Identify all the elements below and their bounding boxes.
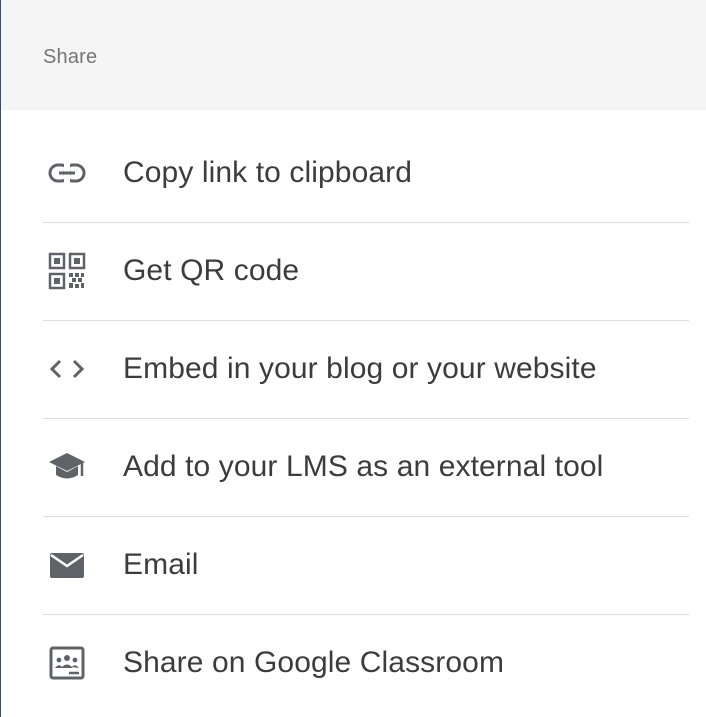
- share-menu-panel: Share Copy link to clipboard Get QR code…: [0, 0, 706, 717]
- qr-code-icon: [45, 249, 89, 293]
- google-classroom-option[interactable]: Share on Google Classroom: [1, 614, 706, 712]
- qr-code-label: Get QR code: [123, 254, 300, 287]
- copy-link-label: Copy link to clipboard: [123, 156, 413, 189]
- embed-label: Embed in your blog or your website: [123, 352, 597, 385]
- code-icon: [45, 347, 89, 391]
- link-icon: [45, 151, 89, 195]
- share-menu-header: Share: [1, 0, 706, 110]
- email-option[interactable]: Email: [1, 516, 706, 614]
- graduation-cap-icon: [45, 445, 89, 489]
- copy-link-option[interactable]: Copy link to clipboard: [1, 110, 706, 222]
- email-label: Email: [123, 548, 199, 581]
- google-classroom-icon: [45, 641, 89, 685]
- embed-option[interactable]: Embed in your blog or your website: [1, 320, 706, 418]
- qr-code-option[interactable]: Get QR code: [1, 222, 706, 320]
- share-menu-title: Share: [43, 45, 98, 68]
- lms-option[interactable]: Add to your LMS as an external tool: [1, 418, 706, 516]
- share-options-list: Copy link to clipboard Get QR code Embed…: [1, 110, 706, 712]
- email-icon: [45, 543, 89, 587]
- lms-label: Add to your LMS as an external tool: [123, 450, 604, 483]
- google-classroom-label: Share on Google Classroom: [123, 646, 505, 679]
